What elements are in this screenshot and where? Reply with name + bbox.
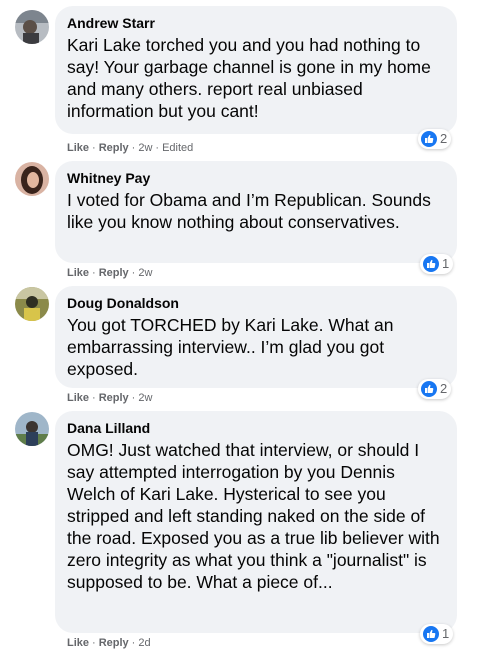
reaction-count[interactable]: 1 — [420, 254, 454, 274]
comment-bubble: Whitney Pay I voted for Obama and I’m Re… — [55, 161, 457, 263]
comment-timestamp[interactable]: 2w — [138, 267, 152, 279]
reaction-number: 2 — [440, 131, 448, 146]
reply-link[interactable]: Reply — [99, 392, 129, 404]
reply-link[interactable]: Reply — [99, 637, 129, 649]
reaction-number: 2 — [440, 381, 448, 396]
comment-text: You got TORCHED by Kari Lake. What an em… — [67, 315, 394, 379]
separator-dot: · — [131, 142, 136, 154]
reaction-count[interactable]: 2 — [418, 379, 452, 399]
comment-bubble: Dana Lilland OMG! Just watched that inte… — [55, 411, 457, 633]
edited-label[interactable]: Edited — [162, 142, 193, 154]
thumbs-up-icon — [421, 131, 437, 147]
reaction-count[interactable]: 1 — [420, 624, 454, 644]
comment-thread: Andrew Starr Kari Lake torched you and y… — [0, 0, 481, 650]
comment-author[interactable]: Whitney Pay — [67, 169, 445, 187]
comment-bubble: Doug Donaldson You got TORCHED by Kari L… — [55, 286, 457, 388]
comment-author[interactable]: Dana Lilland — [67, 419, 445, 437]
comment-bubble: Andrew Starr Kari Lake torched you and y… — [55, 6, 457, 134]
thumbs-up-icon — [423, 626, 439, 642]
reply-link[interactable]: Reply — [99, 142, 129, 154]
comment-actions: Like · Reply · 2d — [67, 636, 151, 650]
avatar[interactable] — [15, 287, 49, 321]
separator-dot: · — [92, 142, 96, 154]
separator-dot: · — [92, 392, 96, 404]
like-link[interactable]: Like — [67, 267, 89, 279]
reaction-count[interactable]: 2 — [418, 129, 452, 149]
avatar[interactable] — [15, 162, 49, 196]
avatar[interactable] — [15, 412, 49, 446]
comment-timestamp[interactable]: 2w — [138, 142, 152, 154]
thumbs-up-icon — [421, 381, 437, 397]
comment-actions: Like · Reply · 2w · Edited — [67, 141, 193, 155]
separator-dot: · — [92, 637, 96, 649]
comment-timestamp[interactable]: 2d — [138, 637, 150, 649]
separator-dot: · — [131, 392, 136, 404]
reply-link[interactable]: Reply — [99, 267, 129, 279]
separator-dot: · — [131, 637, 136, 649]
comment-timestamp[interactable]: 2w — [138, 392, 152, 404]
reaction-number: 1 — [442, 256, 450, 271]
like-link[interactable]: Like — [67, 142, 89, 154]
separator-dot: · — [131, 267, 136, 279]
comment-actions: Like · Reply · 2w — [67, 266, 152, 280]
separator-dot: · — [92, 267, 96, 279]
comment-actions: Like · Reply · 2w — [67, 391, 152, 405]
comment-text: I voted for Obama and I’m Republican. So… — [67, 190, 431, 232]
thumbs-up-icon — [423, 256, 439, 272]
like-link[interactable]: Like — [67, 392, 89, 404]
comment-text: OMG! Just watched that interview, or sho… — [67, 440, 440, 592]
separator-dot: · — [155, 142, 160, 154]
comment-text: Kari Lake torched you and you had nothin… — [67, 35, 431, 121]
avatar[interactable] — [15, 10, 49, 44]
comment-author[interactable]: Doug Donaldson — [67, 294, 445, 312]
reaction-number: 1 — [442, 626, 450, 641]
like-link[interactable]: Like — [67, 637, 89, 649]
comment-author[interactable]: Andrew Starr — [67, 14, 445, 32]
